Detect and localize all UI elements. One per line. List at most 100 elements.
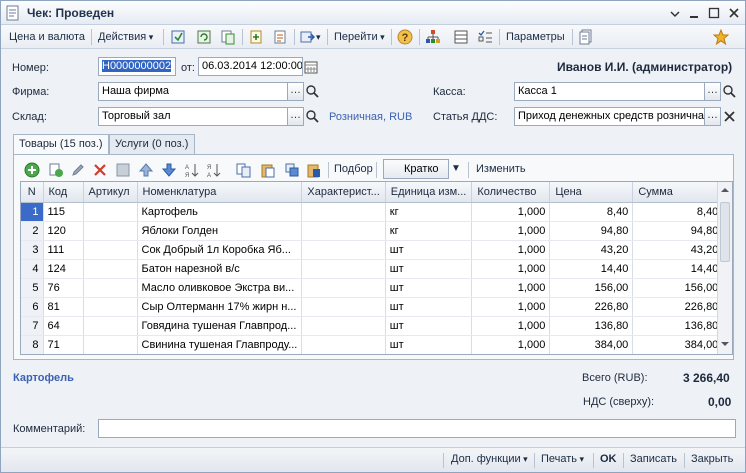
cell-sum[interactable]: 8,40 bbox=[632, 202, 724, 222]
calendar-icon[interactable] bbox=[304, 60, 318, 74]
table-row[interactable]: 6 81 Сыр Олтерманн 17% жирн н... шт 1,00… bbox=[21, 297, 724, 317]
change-button[interactable]: Изменить bbox=[476, 163, 526, 175]
cell-price[interactable]: 384,00 bbox=[549, 335, 634, 354]
paste-rows-icon[interactable] bbox=[260, 162, 276, 178]
selection-button[interactable]: Подбор bbox=[334, 163, 373, 175]
col-quantity[interactable]: Количество bbox=[471, 182, 551, 203]
table-row[interactable]: 1 115 Картофель кг 1,000 8,40 8,40 bbox=[21, 202, 724, 222]
cell-quantity[interactable]: 1,000 bbox=[471, 240, 551, 260]
scroll-down-icon[interactable] bbox=[720, 339, 730, 349]
hierarchy-icon[interactable] bbox=[425, 29, 441, 45]
firm-select-button[interactable]: … bbox=[287, 82, 304, 101]
extra-functions-menu[interactable]: Доп. функции bbox=[451, 453, 528, 465]
delete-row-icon[interactable] bbox=[92, 162, 108, 178]
based-on-icon[interactable] bbox=[248, 29, 264, 45]
cell-sum[interactable]: 384,00 bbox=[632, 335, 724, 354]
cash-select-button[interactable]: … bbox=[704, 82, 721, 101]
firm-search-icon[interactable] bbox=[305, 84, 320, 99]
cell-characteristic[interactable] bbox=[301, 240, 386, 260]
cell-price[interactable]: 43,20 bbox=[549, 240, 634, 260]
dds-clear-icon[interactable] bbox=[722, 109, 737, 124]
col-name[interactable]: Номенклатура bbox=[137, 182, 303, 203]
cell-characteristic[interactable] bbox=[301, 297, 386, 317]
end-edit-icon[interactable] bbox=[115, 162, 131, 178]
cell-article[interactable] bbox=[83, 202, 138, 222]
scrollbar-thumb[interactable] bbox=[720, 202, 730, 262]
col-n[interactable]: N bbox=[21, 182, 44, 203]
mode-dropdown-icon[interactable]: ▼ bbox=[451, 163, 461, 174]
prices-currency-button[interactable]: Цена и валюта bbox=[9, 29, 85, 45]
cell-price[interactable]: 136,80 bbox=[549, 316, 634, 336]
cell-sum[interactable]: 156,00 bbox=[632, 278, 724, 298]
movements-icon[interactable] bbox=[299, 29, 315, 45]
cell-name[interactable]: Масло оливковое Экстра ви... bbox=[137, 278, 303, 298]
mode-toggle[interactable]: Кратко bbox=[383, 159, 449, 179]
copy-row-icon[interactable] bbox=[48, 162, 64, 178]
cell-sum[interactable]: 14,40 bbox=[632, 259, 724, 279]
cell-code[interactable]: 111 bbox=[43, 240, 84, 260]
cell-quantity[interactable]: 1,000 bbox=[471, 278, 551, 298]
cell-article[interactable] bbox=[83, 297, 138, 317]
cell-name[interactable]: Картофель bbox=[137, 202, 303, 222]
cell-unit[interactable]: шт bbox=[385, 297, 473, 317]
tab-goods[interactable]: Товары (15 поз.) bbox=[13, 134, 109, 155]
cell-code[interactable]: 64 bbox=[43, 316, 84, 336]
parameters-button[interactable]: Параметры bbox=[506, 29, 565, 45]
sort-desc-icon[interactable]: ЯA bbox=[206, 162, 222, 178]
warehouse-field[interactable]: Торговый зал bbox=[98, 107, 288, 126]
cell-article[interactable] bbox=[83, 259, 138, 279]
cell-sum[interactable]: 226,80 bbox=[632, 297, 724, 317]
cell-unit[interactable]: кг bbox=[385, 221, 473, 241]
menu-icon[interactable] bbox=[668, 6, 682, 20]
cell-price[interactable]: 14,40 bbox=[549, 259, 634, 279]
scroll-up-icon[interactable] bbox=[720, 185, 730, 195]
cell-sum[interactable]: 136,80 bbox=[632, 316, 724, 336]
col-price[interactable]: Цена bbox=[549, 182, 634, 203]
cell-quantity[interactable]: 1,000 bbox=[471, 221, 551, 241]
refresh-icon[interactable] bbox=[196, 29, 212, 45]
cell-unit[interactable]: кг bbox=[385, 202, 473, 222]
cell-unit[interactable]: шт bbox=[385, 259, 473, 279]
table-row[interactable]: 2 120 Яблоки Голден кг 1,000 94,80 94,80 bbox=[21, 221, 724, 241]
sort-asc-icon[interactable]: AЯ bbox=[184, 162, 200, 178]
cell-characteristic[interactable] bbox=[301, 335, 386, 354]
cell-quantity[interactable]: 1,000 bbox=[471, 316, 551, 336]
cell-sum[interactable]: 43,20 bbox=[632, 240, 724, 260]
col-sum[interactable]: Сумма bbox=[632, 182, 724, 203]
cell-article[interactable] bbox=[83, 240, 138, 260]
cell-name[interactable]: Яблоки Голден bbox=[137, 221, 303, 241]
print-menu[interactable]: Печать bbox=[541, 453, 584, 465]
warehouse-select-button[interactable]: … bbox=[287, 107, 304, 126]
table-vertical-scrollbar[interactable] bbox=[717, 182, 732, 354]
dds-field[interactable]: Приход денежных средств розничная bbox=[514, 107, 705, 126]
structure-icon[interactable] bbox=[272, 29, 288, 45]
favorites-star-icon[interactable] bbox=[713, 29, 729, 45]
col-article[interactable]: Артикул bbox=[83, 182, 138, 203]
col-characteristic[interactable]: Характерист... bbox=[301, 182, 386, 203]
ok-button[interactable]: OK bbox=[600, 453, 617, 465]
table-row[interactable]: 5 76 Масло оливковое Экстра ви... шт 1,0… bbox=[21, 278, 724, 298]
copy-rows-icon[interactable] bbox=[236, 162, 252, 178]
close-button[interactable]: Закрыть bbox=[691, 453, 733, 465]
cell-characteristic[interactable] bbox=[301, 202, 386, 222]
goods-table[interactable]: N Код Артикул Номенклатура Характерист..… bbox=[20, 181, 733, 355]
cell-price[interactable]: 8,40 bbox=[549, 202, 634, 222]
cell-characteristic[interactable] bbox=[301, 259, 386, 279]
list-settings-icon[interactable] bbox=[453, 29, 469, 45]
movements-dropdown-icon[interactable]: ▾ bbox=[316, 29, 321, 45]
cell-name[interactable]: Сок Добрый 1л Коробка Яб... bbox=[137, 240, 303, 260]
maximize-icon[interactable] bbox=[707, 6, 721, 20]
copy-document-icon[interactable] bbox=[220, 29, 236, 45]
table-row[interactable]: 7 64 Говядина тушеная Главпрод... шт 1,0… bbox=[21, 316, 724, 336]
price-type-link[interactable]: Розничная, RUB bbox=[329, 111, 412, 123]
cell-unit[interactable]: шт bbox=[385, 278, 473, 298]
cell-unit[interactable]: шт bbox=[385, 316, 473, 336]
cell-name[interactable]: Говядина тушеная Главпрод... bbox=[137, 316, 303, 336]
cell-sum[interactable]: 94,80 bbox=[632, 221, 724, 241]
comment-field[interactable] bbox=[98, 419, 736, 438]
table-row[interactable]: 8 71 Свинина тушеная Главпроду... шт 1,0… bbox=[21, 335, 724, 354]
help-icon[interactable]: ? bbox=[397, 29, 413, 45]
move-down-icon[interactable] bbox=[161, 162, 177, 178]
table-row[interactable]: 3 111 Сок Добрый 1л Коробка Яб... шт 1,0… bbox=[21, 240, 724, 260]
cell-quantity[interactable]: 1,000 bbox=[471, 297, 551, 317]
